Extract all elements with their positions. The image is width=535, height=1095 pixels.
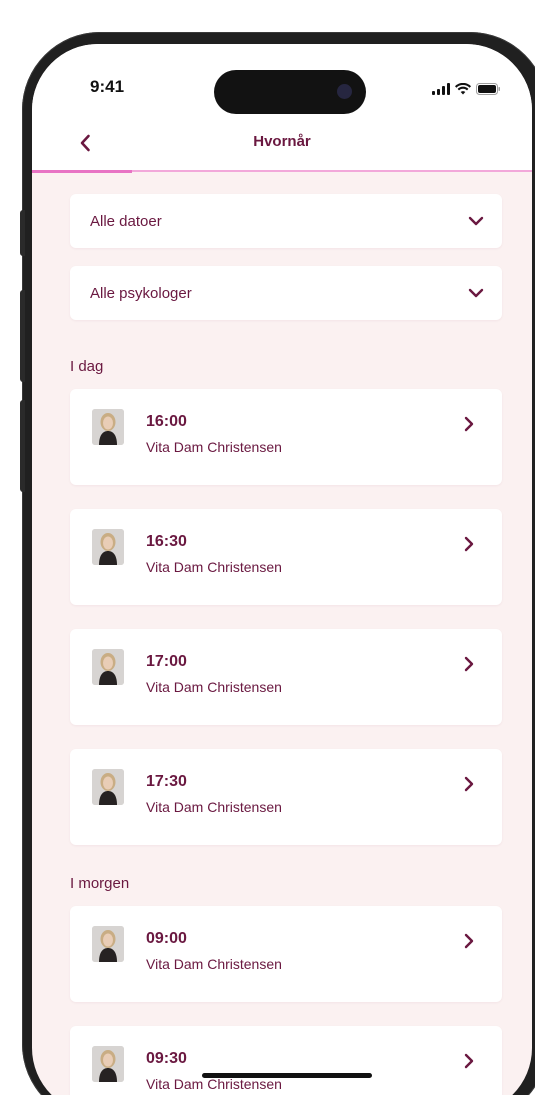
time-slot-card[interactable]: 09:30 Vita Dam Christensen (70, 1026, 502, 1095)
chevron-right-icon (464, 1053, 474, 1069)
status-time: 9:41 (90, 77, 125, 96)
psychologist-avatar (92, 769, 124, 805)
dynamic-island (214, 70, 366, 114)
section-header: I dag (70, 358, 104, 375)
navigation-bar: Hvornår (32, 118, 532, 170)
chevron-right-icon (464, 416, 474, 432)
slot-psychologist-name: Vita Dam Christensen (146, 799, 282, 815)
section-header: I morgen (70, 875, 130, 892)
slot-time: 17:00 (146, 653, 187, 670)
slot-time: 17:30 (146, 773, 187, 790)
chevron-right-icon (464, 656, 474, 672)
main-content: Alle datoer Alle psykologer I dag 16:00 (70, 194, 502, 1095)
time-slot-card[interactable]: 16:00 Vita Dam Christensen (70, 389, 502, 485)
status-icons (432, 82, 500, 100)
chevron-right-icon (464, 933, 474, 949)
time-slot-sections: I dag 16:00 Vita Dam Christensen 16:30 V… (70, 358, 502, 1095)
psychologist-avatar (92, 1046, 124, 1082)
battery-icon (476, 82, 500, 100)
psychologist-avatar (92, 926, 124, 962)
time-slot-card[interactable]: 17:00 Vita Dam Christensen (70, 629, 502, 725)
screenshot-stage: 9:41 Hvornår Alle datoer Alle psykologer… (0, 0, 535, 1095)
slot-psychologist-name: Vita Dam Christensen (146, 956, 282, 972)
slot-psychologist-name: Vita Dam Christensen (146, 1076, 282, 1092)
time-slot-card[interactable]: 17:30 Vita Dam Christensen (70, 749, 502, 845)
slot-psychologist-name: Vita Dam Christensen (146, 559, 282, 575)
phone-volume-down-button (20, 400, 25, 492)
date-filter-dropdown[interactable]: Alle datoer (70, 194, 502, 248)
psychologist-avatar (92, 409, 124, 445)
page-title: Hvornår (253, 133, 311, 150)
phone-screen: 9:41 Hvornår Alle datoer Alle psykologer… (32, 44, 532, 1095)
slot-psychologist-name: Vita Dam Christensen (146, 439, 282, 455)
slot-time: 09:00 (146, 930, 187, 947)
progress-bar-fill (32, 170, 132, 173)
time-slot-card[interactable]: 16:30 Vita Dam Christensen (70, 509, 502, 605)
slot-time: 09:30 (146, 1050, 187, 1067)
date-filter-label: Alle datoer (90, 212, 162, 230)
psychologist-avatar (92, 529, 124, 565)
chevron-down-icon (468, 216, 484, 226)
phone-mute-switch (20, 210, 25, 256)
psychologist-filter-label: Alle psykologer (90, 284, 192, 302)
slot-psychologist-name: Vita Dam Christensen (146, 679, 282, 695)
psychologist-avatar (92, 649, 124, 685)
psychologist-filter-dropdown[interactable]: Alle psykologer (70, 266, 502, 320)
slot-time: 16:00 (146, 413, 187, 430)
signal-icon (432, 82, 450, 100)
time-slot-card[interactable]: 09:00 Vita Dam Christensen (70, 906, 502, 1002)
chevron-right-icon (464, 776, 474, 792)
wifi-icon (455, 82, 471, 100)
home-indicator[interactable] (202, 1073, 372, 1078)
progress-bar (32, 170, 532, 173)
slot-time: 16:30 (146, 533, 187, 550)
chevron-right-icon (464, 536, 474, 552)
chevron-down-icon (468, 288, 484, 298)
phone-volume-up-button (20, 290, 25, 382)
